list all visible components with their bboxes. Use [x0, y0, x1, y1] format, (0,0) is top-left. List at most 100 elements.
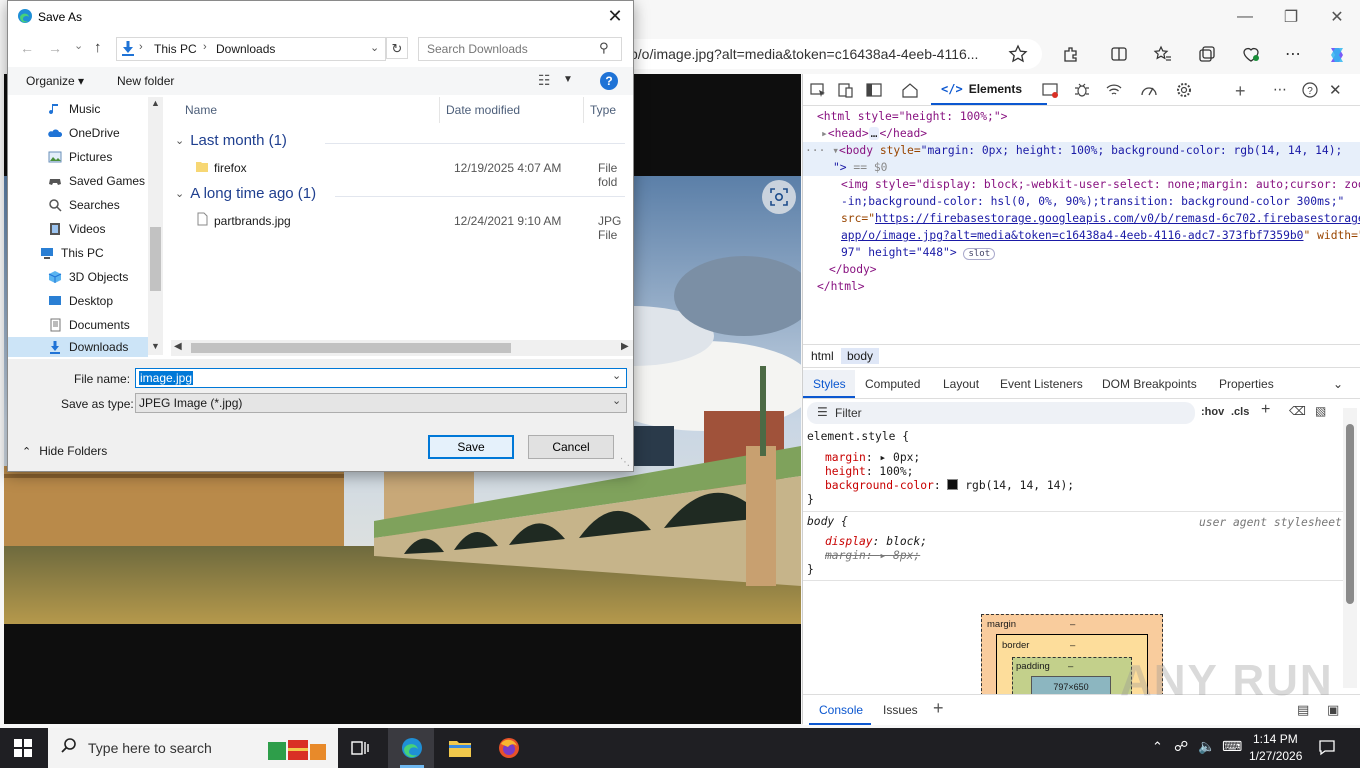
favorite-star-icon[interactable]	[1008, 44, 1030, 66]
column-divider[interactable]	[439, 97, 440, 123]
file-row-partbrands[interactable]: partbrands.jpg 12/24/2021 9:10 AM JPG Fi…	[185, 209, 635, 242]
search-downloads-input[interactable]: Search Downloads ⚲	[418, 37, 622, 61]
nav-pictures[interactable]: Pictures	[48, 146, 112, 168]
collections-icon[interactable]	[1197, 44, 1219, 66]
chevron-down-icon[interactable]: ⌄	[1333, 377, 1343, 391]
performance-icon[interactable]	[1140, 81, 1158, 99]
column-date-modified[interactable]: Date modified	[446, 103, 520, 117]
rule-body-ua[interactable]: body {	[807, 513, 848, 530]
volume-icon[interactable]: 🔈	[1198, 738, 1215, 755]
nav-onedrive[interactable]: OneDrive	[48, 122, 120, 144]
column-name[interactable]: Name	[185, 103, 217, 117]
hide-folders-button[interactable]: ⌃ Hide Folders	[22, 443, 107, 459]
copilot-icon[interactable]	[1326, 44, 1348, 66]
address-url[interactable]: p/o/image.jpg?alt=media&token=c16438a4-4…	[630, 46, 978, 62]
view-dropdown-icon[interactable]: ▼	[563, 74, 573, 85]
cls-toggle[interactable]: .cls	[1231, 406, 1249, 418]
view-options-icon[interactable]: ☷	[538, 72, 551, 89]
path-this-pc[interactable]: This PC	[154, 42, 197, 56]
add-tool-icon[interactable]: +	[1235, 81, 1253, 101]
group-last-month[interactable]: ⌄ Last month (1)	[175, 132, 287, 149]
windows-start-icon[interactable]	[14, 739, 32, 757]
dom-html-open[interactable]: <html style="height: 100%;">	[817, 108, 1007, 125]
file-list-hscrollbar[interactable]: ◀ ▶	[171, 340, 633, 356]
styles-scrollbar-thumb[interactable]	[1346, 424, 1354, 604]
slot-badge[interactable]: slot	[963, 248, 996, 260]
sources-bug-icon[interactable]	[1073, 81, 1091, 99]
resize-grip-icon[interactable]: ⋱	[620, 457, 630, 468]
nav-documents[interactable]: Documents	[48, 314, 130, 336]
new-folder-button[interactable]: New folder	[117, 74, 174, 88]
tab-styles[interactable]: Styles	[813, 377, 846, 391]
nav-pane-scrollbar[interactable]: ▲ ▼	[148, 97, 163, 355]
file-name-dropdown-icon[interactable]: ⌄	[612, 369, 621, 382]
box-model-content[interactable]: 797×650	[1031, 676, 1111, 695]
nav-downloads[interactable]: Downloads	[48, 337, 128, 357]
more-tools-icon[interactable]: ⋯	[1273, 81, 1291, 99]
element-state-icon[interactable]: ⌫	[1289, 404, 1306, 418]
favorites-icon[interactable]	[1153, 44, 1175, 66]
group-long-time-ago[interactable]: ⌄ A long time ago (1)	[175, 185, 316, 202]
dom-body-open[interactable]: ··· ▾<body style="margin: 0px; height: 1…	[805, 142, 1342, 159]
tab-properties[interactable]: Properties	[1219, 377, 1274, 391]
console-icon[interactable]	[1041, 81, 1059, 99]
more-menu-icon[interactable]: ⋯	[1285, 44, 1307, 66]
hscroll-thumb[interactable]	[191, 343, 511, 353]
dom-img-line2[interactable]: -in;background-color: hsl(0, 0%, 90%);tr…	[841, 193, 1344, 210]
scroll-up-icon[interactable]: ▲	[151, 98, 160, 108]
firefox-icon[interactable]	[497, 736, 521, 760]
split-screen-icon[interactable]	[1109, 44, 1131, 66]
file-explorer-icon[interactable]	[448, 737, 472, 759]
help-icon[interactable]: ?	[1301, 81, 1319, 99]
up-arrow-icon[interactable]: ↑	[94, 39, 102, 56]
dom-img-src2[interactable]: app/o/image.jpg?alt=media&token=c16438a4…	[841, 227, 1360, 244]
add-drawer-tab-icon[interactable]: +	[933, 698, 944, 719]
decl-background-color[interactable]: background-color: rgb(14, 14, 14);	[825, 477, 1074, 494]
back-arrow-icon[interactable]: ←	[20, 40, 34, 56]
edge-taskbar-icon[interactable]	[400, 736, 424, 760]
column-divider[interactable]	[583, 97, 584, 123]
close-icon[interactable]: ✕	[1314, 4, 1360, 30]
column-type[interactable]: Type	[590, 103, 616, 117]
styles-scrollbar[interactable]	[1343, 408, 1357, 688]
nav-3d-objects[interactable]: 3D Objects	[48, 266, 128, 288]
tab-dom-breakpoints[interactable]: DOM Breakpoints	[1102, 377, 1197, 391]
path-downloads[interactable]: Downloads	[216, 42, 275, 56]
refresh-icon[interactable]: ↻	[386, 37, 408, 59]
nav-scroll-thumb[interactable]	[150, 227, 161, 291]
taskbar-search-box[interactable]: Type here to search	[48, 728, 338, 768]
nav-this-pc[interactable]: This PC	[40, 242, 104, 264]
save-button[interactable]: Save	[428, 435, 514, 459]
clock-time[interactable]: 1:14 PM	[1253, 732, 1298, 746]
dom-body-open-end[interactable]: "> == $0	[833, 159, 887, 176]
nav-desktop[interactable]: Desktop	[48, 290, 113, 312]
tab-issues[interactable]: Issues	[883, 703, 918, 717]
notifications-icon[interactable]	[1318, 738, 1336, 756]
language-icon[interactable]: ⌨	[1222, 738, 1242, 755]
tab-elements[interactable]: </> Elements	[931, 74, 1047, 105]
scroll-left-icon[interactable]: ◀	[174, 341, 182, 352]
dom-html-close[interactable]: </html>	[817, 278, 865, 295]
tab-layout[interactable]: Layout	[943, 377, 979, 391]
file-row-firefox[interactable]: firefox 12/19/2025 4:07 AM File fold	[185, 156, 635, 189]
save-type-select[interactable]: JPEG Image (*.jpg) ⌄	[135, 393, 627, 413]
visual-search-icon[interactable]	[762, 180, 796, 214]
tab-event-listeners[interactable]: Event Listeners	[1000, 377, 1083, 391]
dom-head[interactable]: ▸<head>… </head>	[821, 125, 927, 142]
tab-computed[interactable]: Computed	[865, 377, 920, 391]
decl-margin-overridden[interactable]: margin: ▸ 8px;	[825, 547, 920, 564]
cancel-button[interactable]: Cancel	[528, 435, 614, 459]
new-rule-icon[interactable]: +	[1261, 401, 1270, 419]
welcome-home-icon[interactable]	[901, 81, 919, 99]
settings-gear-icon[interactable]	[1175, 81, 1193, 99]
organize-button[interactable]: Organize ▾	[26, 74, 84, 88]
path-breadcrumb[interactable]: › This PC › Downloads ⌄	[116, 37, 386, 61]
save-type-dropdown-icon[interactable]: ⌄	[612, 394, 621, 407]
toggle-sidebar-icon[interactable]	[865, 81, 883, 99]
forward-arrow-icon[interactable]: →	[48, 40, 62, 56]
help-icon[interactable]: ?	[600, 72, 618, 90]
dialog-close-icon[interactable]: ✕	[602, 4, 628, 28]
file-name-input[interactable]: image.jpg ⌄	[135, 368, 627, 388]
tab-console[interactable]: Console	[819, 703, 863, 717]
clock-date[interactable]: 1/27/2026	[1249, 749, 1302, 763]
